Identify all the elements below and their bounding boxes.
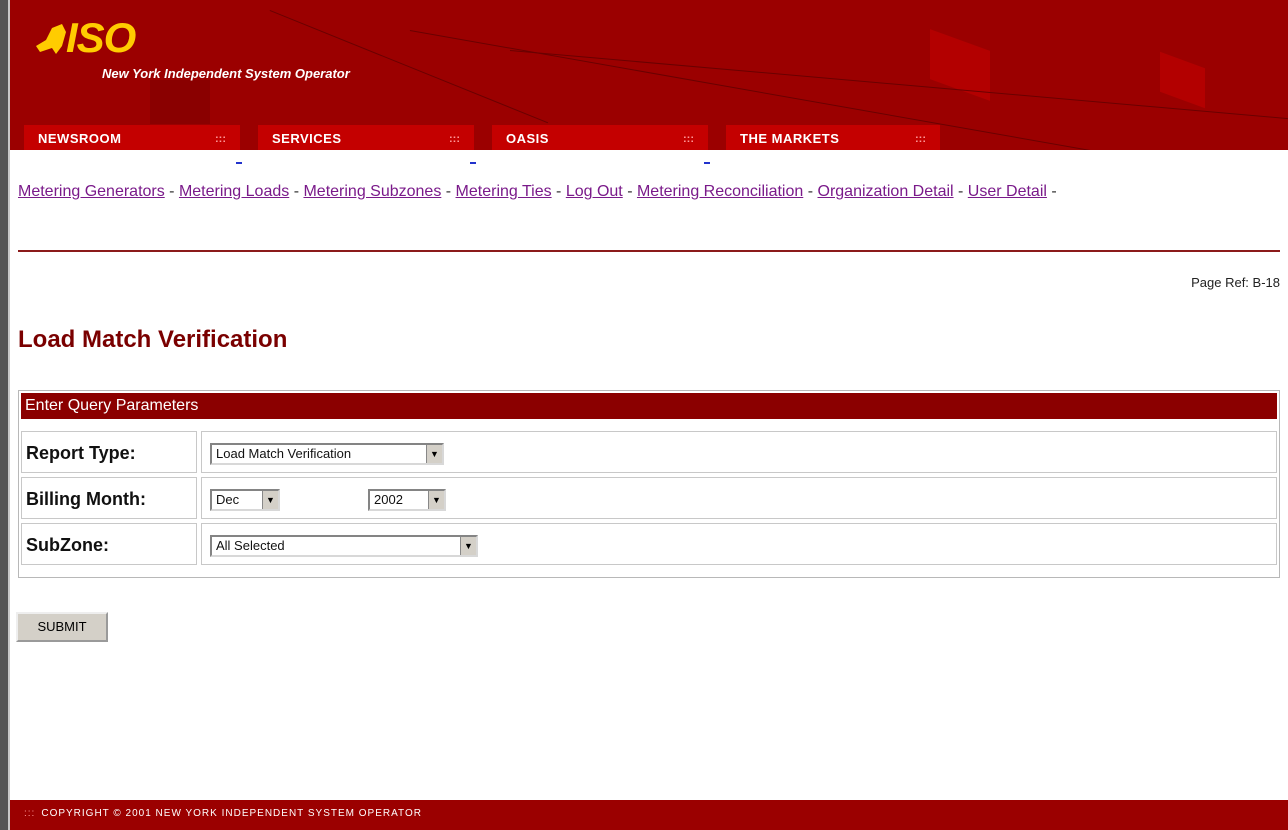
- page-title: Load Match Verification: [18, 326, 288, 353]
- nav-link-marker: [704, 162, 710, 164]
- nav-link-marker: [236, 162, 242, 164]
- report-type-label: Report Type:: [21, 431, 197, 473]
- report-type-value: Load Match Verification: [216, 446, 352, 461]
- page-ref: Page Ref: B-18: [1191, 275, 1280, 290]
- tab-label: NEWSROOM: [38, 131, 122, 146]
- link-metering-ties[interactable]: Metering Ties: [456, 183, 552, 200]
- link-log-out[interactable]: Log Out: [566, 183, 623, 200]
- form-row-subzone: SubZone: All Selected ▼: [21, 523, 1277, 567]
- metering-links-bar: Metering Generators - Metering Loads - M…: [18, 178, 1280, 206]
- subzone-value: All Selected: [216, 538, 285, 553]
- logo-wordmark: ISO: [66, 14, 136, 61]
- tab-label: OASIS: [506, 131, 549, 146]
- query-form: Enter Query Parameters Report Type: Load…: [18, 390, 1280, 578]
- form-row-billing-month: Billing Month: Dec ▼ 2002 ▼: [21, 477, 1277, 521]
- window-left-border: [0, 0, 8, 830]
- chevron-down-icon[interactable]: ▼: [428, 491, 444, 509]
- billing-month-cell: Dec ▼ 2002 ▼: [201, 477, 1277, 519]
- tab-dots-icon: :::: [683, 133, 694, 145]
- footer-dots-icon: :::: [24, 808, 36, 819]
- link-separator: -: [441, 183, 456, 200]
- subzone-select[interactable]: All Selected ▼: [210, 535, 478, 557]
- link-separator: -: [1046, 183, 1057, 200]
- copyright-text: COPYRIGHT © 2001 NEW YORK INDEPENDENT SY…: [41, 808, 422, 819]
- org-name: New York Independent System Operator: [102, 66, 350, 81]
- site-header: ISO New York Independent System Operator…: [10, 0, 1288, 150]
- report-type-cell: Load Match Verification ▼: [201, 431, 1277, 473]
- link-user-detail[interactable]: User Detail: [968, 183, 1047, 200]
- billing-year-value: 2002: [374, 492, 403, 507]
- nav-link-marker: [470, 162, 476, 164]
- report-type-select[interactable]: Load Match Verification ▼: [210, 443, 444, 465]
- tab-dots-icon: :::: [215, 133, 226, 145]
- subzone-label: SubZone:: [21, 523, 197, 565]
- link-metering-generators[interactable]: Metering Generators: [18, 183, 165, 200]
- form-row-report-type: Report Type: Load Match Verification ▼: [21, 431, 1277, 475]
- billing-year-select[interactable]: 2002 ▼: [368, 489, 446, 511]
- link-organization-detail[interactable]: Organization Detail: [818, 183, 954, 200]
- link-separator: -: [622, 183, 637, 200]
- subzone-cell: All Selected ▼: [201, 523, 1277, 565]
- link-separator: -: [803, 183, 818, 200]
- billing-month-label: Billing Month:: [21, 477, 197, 519]
- tab-the-markets[interactable]: THE MARKETS :::: [726, 125, 940, 150]
- tab-dots-icon: :::: [915, 133, 926, 145]
- link-metering-reconciliation[interactable]: Metering Reconciliation: [637, 183, 803, 200]
- site-footer: ::: COPYRIGHT © 2001 NEW YORK INDEPENDENT…: [10, 800, 1288, 830]
- link-separator: -: [164, 183, 179, 200]
- tab-services[interactable]: SERVICES :::: [258, 125, 474, 150]
- header-decor-band: [1160, 51, 1205, 109]
- tab-newsroom[interactable]: NEWSROOM :::: [24, 125, 240, 150]
- chevron-down-icon[interactable]: ▼: [460, 537, 476, 555]
- billing-month-select[interactable]: Dec ▼: [210, 489, 280, 511]
- tab-oasis[interactable]: OASIS :::: [492, 125, 708, 150]
- submit-button[interactable]: SUBMIT: [16, 612, 108, 642]
- chevron-down-icon[interactable]: ▼: [262, 491, 278, 509]
- chevron-down-icon[interactable]: ▼: [426, 445, 442, 463]
- link-metering-subzones[interactable]: Metering Subzones: [303, 183, 441, 200]
- link-separator: -: [289, 183, 304, 200]
- header-decor-band: [150, 80, 210, 124]
- link-separator: -: [551, 183, 566, 200]
- tab-label: THE MARKETS: [740, 131, 840, 146]
- link-metering-loads[interactable]: Metering Loads: [179, 183, 289, 200]
- link-separator: -: [953, 183, 968, 200]
- tab-dots-icon: :::: [449, 133, 460, 145]
- tab-label: SERVICES: [272, 131, 342, 146]
- header-divider: [18, 250, 1280, 252]
- billing-month-value: Dec: [216, 492, 240, 507]
- form-header: Enter Query Parameters: [21, 393, 1277, 419]
